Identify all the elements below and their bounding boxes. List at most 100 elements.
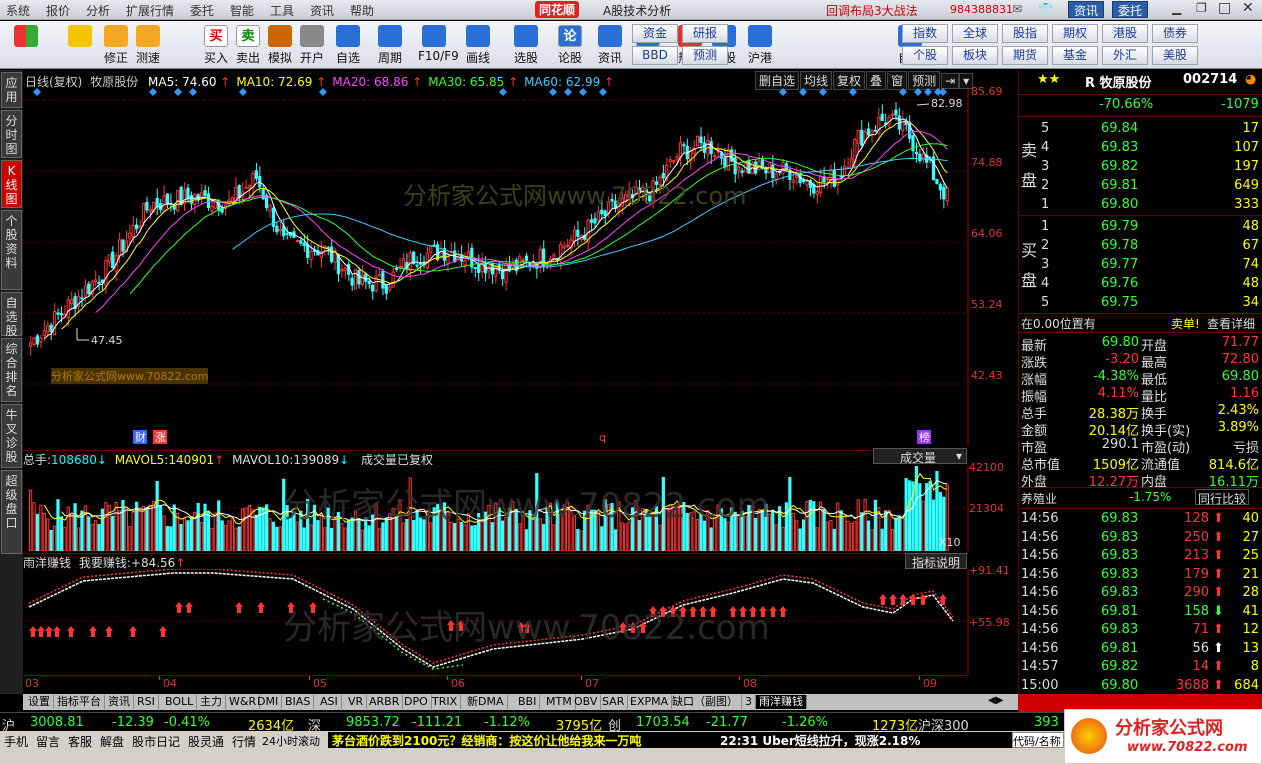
bids-row[interactable]: 4 69.76 48 <box>1019 276 1262 294</box>
news-ticker-1[interactable]: 茅台酒价跌到2100元？经销商：按这价让他给我来一万吨 <box>328 732 700 748</box>
event-marker[interactable]: 涨 <box>153 430 167 444</box>
event-diamond-icon[interactable] <box>239 88 247 96</box>
indicator-tab-1[interactable]: 指标平台 <box>54 695 105 709</box>
quick-button-9[interactable]: 债券 <box>1152 24 1198 43</box>
event-diamond-icon[interactable] <box>599 88 607 96</box>
asks-row[interactable]: 3 69.82 197 <box>1019 159 1262 177</box>
quick-button-15[interactable]: 美股 <box>1152 46 1198 65</box>
event-diamond-icon[interactable] <box>579 88 587 96</box>
left-tab-5[interactable]: 综合排名 <box>1 338 22 402</box>
menu-system[interactable]: 系统 <box>6 2 30 19</box>
menu-tools[interactable]: 工具 <box>270 2 294 19</box>
indicator-tab-15[interactable]: BBI <box>515 695 541 709</box>
menu-entrust[interactable]: 委托 <box>190 2 214 19</box>
indicator-tab-21[interactable]: 3 <box>742 695 756 709</box>
bids-row[interactable]: 2 69.78 67 <box>1019 238 1262 256</box>
event-diamond-icon[interactable] <box>819 88 827 96</box>
toolbar-news-button[interactable]: 资讯 <box>594 23 626 67</box>
quick-button-1[interactable]: 研报 <box>682 24 728 43</box>
pie-icon[interactable]: ◕ <box>1245 72 1256 90</box>
indicator-tab-12[interactable]: DPO <box>401 695 432 709</box>
left-tab-3[interactable]: 个股资料 <box>1 210 22 290</box>
event-diamond-icon[interactable] <box>174 88 182 96</box>
bids-row[interactable]: 5 69.75 34 <box>1019 295 1262 313</box>
left-tab-1[interactable]: 分时图 <box>1 110 22 158</box>
indicator-tab-22[interactable]: 雨洋赚钱 <box>756 695 807 709</box>
asks-row[interactable]: 2 69.81 649 <box>1019 178 1262 196</box>
industry-compare-button[interactable]: 同行比较 <box>1195 489 1250 506</box>
event-diamond-icon[interactable] <box>189 88 197 96</box>
indicator-tab-17[interactable]: OBV <box>571 695 602 709</box>
event-diamond-icon[interactable] <box>33 88 41 96</box>
indicator-tab-13[interactable]: TRIX <box>429 695 462 709</box>
toolbar-up-down-arrow-button[interactable]: 修正 <box>100 23 132 67</box>
asks-row[interactable]: 5 69.84 17 <box>1019 121 1262 139</box>
code-search-input[interactable]: 代码/名称 <box>1012 732 1064 748</box>
zixun-button[interactable]: 资讯 <box>1068 1 1105 18</box>
event-diamond-icon[interactable] <box>499 88 507 96</box>
quick-button-0[interactable]: 资金 <box>632 24 678 43</box>
event-marker[interactable]: 榜 <box>917 430 931 444</box>
asks-row[interactable]: 4 69.83 107 <box>1019 140 1262 158</box>
event-diamond-icon[interactable] <box>899 88 907 96</box>
tab-scroll[interactable]: ◀▶ <box>988 695 1018 710</box>
toolbar-clock-dropdown-button[interactable]: 周期 <box>374 23 406 67</box>
status-item-0[interactable]: 手机 <box>4 733 28 750</box>
chevron-left-icon[interactable]: ◀ <box>988 695 996 706</box>
indicator-tab-0[interactable]: 设置 <box>25 695 54 709</box>
toolbar-hammer-button[interactable]: 模拟 <box>264 23 296 67</box>
maximize-icon[interactable]: □ <box>1218 0 1231 16</box>
indicator-tab-2[interactable]: 资讯 <box>105 695 134 709</box>
quick-button-14[interactable]: 外汇 <box>1102 46 1148 65</box>
promo-link[interactable]: 回调布局3大战法 <box>826 2 918 19</box>
indicator-tab-7[interactable]: DMI <box>254 695 283 709</box>
menu-smart[interactable]: 智能 <box>230 2 254 19</box>
event-diamond-icon[interactable] <box>939 88 947 96</box>
menu-help[interactable]: 帮助 <box>350 2 374 19</box>
indicator-tab-14[interactable]: 新DMA <box>464 695 508 709</box>
quick-button-6[interactable]: 股指 <box>1002 24 1048 43</box>
indicator-tab-11[interactable]: ARBR <box>366 695 404 709</box>
toolbar-lock-button[interactable]: 开户 <box>296 23 328 67</box>
menu-news[interactable]: 资讯 <box>310 2 334 19</box>
status-item-3[interactable]: 解盘 <box>100 733 124 750</box>
toolbar-grid-button[interactable] <box>10 23 42 67</box>
weituo-button[interactable]: 委托 <box>1112 1 1149 18</box>
status-item-1[interactable]: 留言 <box>36 733 60 750</box>
toolbar-sse-hk-button[interactable]: 沪港通 <box>744 23 776 82</box>
left-tab-4[interactable]: 自选股 <box>1 292 22 338</box>
kline-chart[interactable]: 82.98 47.45 财涨 q 榜 <box>23 88 1018 446</box>
toolbar-buy-button[interactable]: 买买入 <box>200 23 232 67</box>
chevron-right-icon[interactable]: ▶ <box>996 695 1004 706</box>
minimize-icon[interactable]: ▁ <box>1172 1 1181 15</box>
menu-analysis[interactable]: 分析 <box>86 2 110 19</box>
shirt-icon[interactable]: 👕 <box>1038 2 1053 16</box>
bids-row[interactable]: 1 69.79 48 <box>1019 219 1262 237</box>
news-ticker-2[interactable]: 22:31 Uber短线拉升，现涨2.18% <box>700 732 1012 748</box>
left-tab-6[interactable]: 牛叉诊股 <box>1 404 22 468</box>
toolbar-monitor-button[interactable]: 选股 <box>510 23 542 67</box>
toolbar-f10-button[interactable]: F10/F9 <box>418 23 459 67</box>
indicator-tab-3[interactable]: RSI <box>134 695 159 709</box>
event-diamond-icon[interactable] <box>924 88 932 96</box>
toolbar-star-button[interactable]: 自选股 <box>332 23 364 82</box>
event-diamond-icon[interactable] <box>149 88 157 96</box>
menu-quote[interactable]: 报价 <box>46 2 70 19</box>
event-diamond-icon[interactable] <box>799 88 807 96</box>
status-item-6[interactable]: 行情 <box>232 733 256 750</box>
indicator-tab-9[interactable]: ASI <box>317 695 342 709</box>
volume-dropdown[interactable]: 成交量 ▾ <box>873 448 967 465</box>
event-diamond-icon[interactable] <box>914 88 922 96</box>
quick-button-11[interactable]: 板块 <box>952 46 998 65</box>
indicator-tab-18[interactable]: SAR <box>599 695 629 709</box>
detail-link[interactable]: 查看详细 <box>1207 315 1255 333</box>
quick-button-12[interactable]: 期货 <box>1002 46 1048 65</box>
status-item-4[interactable]: 股市日记 <box>132 733 180 750</box>
indicator-tab-4[interactable]: BOLL <box>162 695 198 709</box>
quick-button-8[interactable]: 港股 <box>1102 24 1148 43</box>
toolbar-back-arrow-button[interactable] <box>64 23 96 67</box>
quick-button-3[interactable]: 预测 <box>682 46 728 65</box>
quick-button-10[interactable]: 个股 <box>902 46 948 65</box>
asks-row[interactable]: 1 69.80 333 <box>1019 197 1262 215</box>
mail-icon[interactable]: ✉ <box>1012 2 1022 16</box>
